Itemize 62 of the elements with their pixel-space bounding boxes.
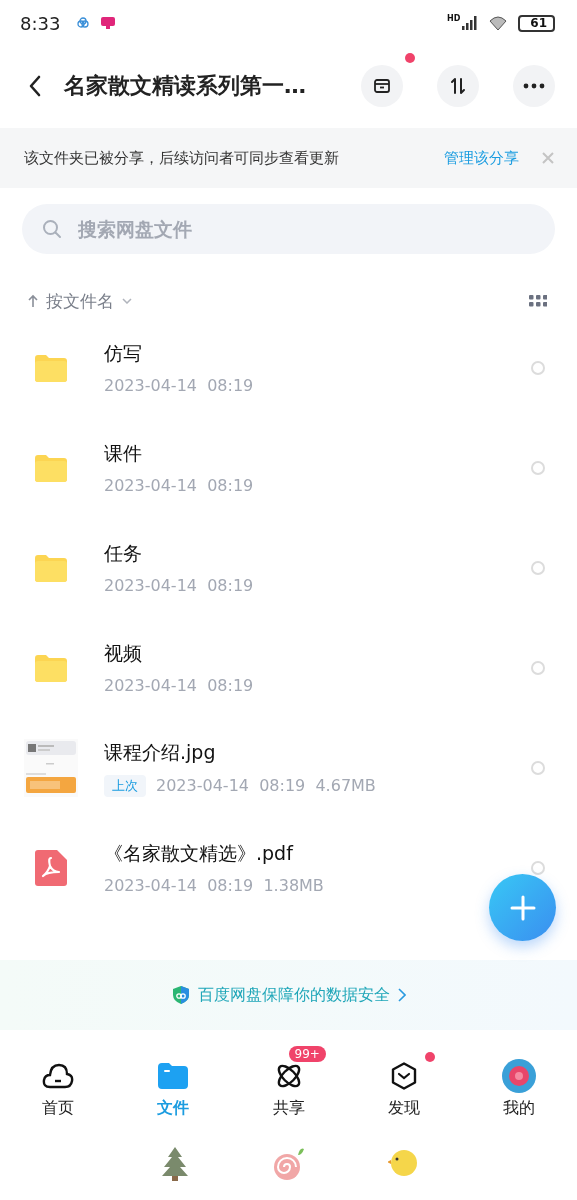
- search-field[interactable]: 搜索网盘文件: [22, 204, 555, 254]
- file-name: 任务: [104, 541, 143, 566]
- nav-tab[interactable]: 首页: [0, 1044, 116, 1134]
- file-details: 2023-04-14 08:19 1.38MB: [104, 876, 324, 895]
- sort-by-name-button[interactable]: 按文件名: [28, 289, 132, 313]
- plus-icon: [509, 894, 536, 921]
- select-radio[interactable]: [531, 561, 545, 575]
- file-details: 2023-04-14 08:19: [104, 676, 254, 695]
- share-notice-text: 该文件夹已被分享，后续访问者可同步查看更新: [24, 148, 340, 168]
- sort-order-button[interactable]: [437, 65, 479, 107]
- app-notification-icon: [100, 16, 117, 30]
- signal-icon: [462, 16, 479, 30]
- status-time: 8:33: [20, 12, 61, 34]
- select-radio[interactable]: [531, 361, 545, 375]
- more-icon: [523, 83, 545, 89]
- file-details: 2023-04-14 08:19: [104, 576, 254, 595]
- file-name: 仿写: [104, 341, 143, 366]
- file-row[interactable]: 视频 2023-04-14 08:19: [0, 618, 577, 718]
- archive-icon: [373, 77, 391, 95]
- folder-icon: [35, 654, 67, 682]
- grid-view-icon[interactable]: [529, 295, 547, 307]
- file-details: 2023-04-14 08:19: [104, 476, 254, 495]
- count-badge: 99+: [288, 1046, 326, 1062]
- back-icon[interactable]: [28, 75, 42, 97]
- swirl-fruit-icon: [271, 1146, 306, 1182]
- more-button[interactable]: [513, 65, 555, 107]
- last-opened-tag: 上次: [104, 774, 146, 797]
- file-details: 2023-04-14 08:19 4.67MB: [156, 776, 376, 795]
- tree-icon: [159, 1146, 190, 1182]
- network-label: HD: [446, 13, 461, 23]
- folder-title: 名家散文精读系列第一…: [64, 72, 307, 100]
- folder-icon: [158, 1063, 189, 1089]
- file-row[interactable]: 仿写 2023-04-14 08:19: [0, 318, 577, 418]
- nav-tab[interactable]: 发现: [346, 1044, 462, 1134]
- pdf-file-icon: [35, 850, 67, 886]
- sort-arrows-icon: [448, 76, 468, 96]
- file-name: 课件: [104, 441, 143, 466]
- file-name: 课程介绍.jpg: [104, 739, 217, 765]
- nav-tab[interactable]: 我的: [461, 1044, 577, 1134]
- add-button[interactable]: [489, 874, 556, 941]
- folder-icon: [35, 554, 67, 582]
- file-row[interactable]: 任务 2023-04-14 08:19: [0, 518, 577, 618]
- wifi-icon: [488, 15, 509, 31]
- close-icon[interactable]: [541, 151, 555, 165]
- dropdown-caret-icon: [122, 298, 132, 304]
- file-name: 视频: [104, 641, 143, 666]
- file-row[interactable]: 课件 2023-04-14 08:19: [0, 418, 577, 518]
- avatar-icon: [502, 1059, 537, 1093]
- chevron-right-icon: [397, 988, 406, 1002]
- file-name: 《名家散文精选》.pdf: [104, 841, 295, 866]
- file-details: 2023-04-14 08:19: [104, 376, 254, 395]
- shield-icon: [171, 985, 190, 1005]
- security-text: 百度网盘保障你的数据安全: [197, 984, 390, 1006]
- battery-indicator: 61: [518, 14, 555, 32]
- file-row[interactable]: 课程介绍.jpg 上次 2023-04-14 08:19 4.67MB: [0, 718, 577, 818]
- up-arrow-icon: [28, 294, 38, 308]
- select-radio[interactable]: [531, 761, 545, 775]
- folder-icon: [35, 354, 67, 382]
- folder-icon: [35, 454, 67, 482]
- nav-tab[interactable]: 99+ 共享: [230, 1044, 347, 1134]
- select-radio[interactable]: [531, 661, 545, 675]
- select-radio[interactable]: [531, 461, 545, 475]
